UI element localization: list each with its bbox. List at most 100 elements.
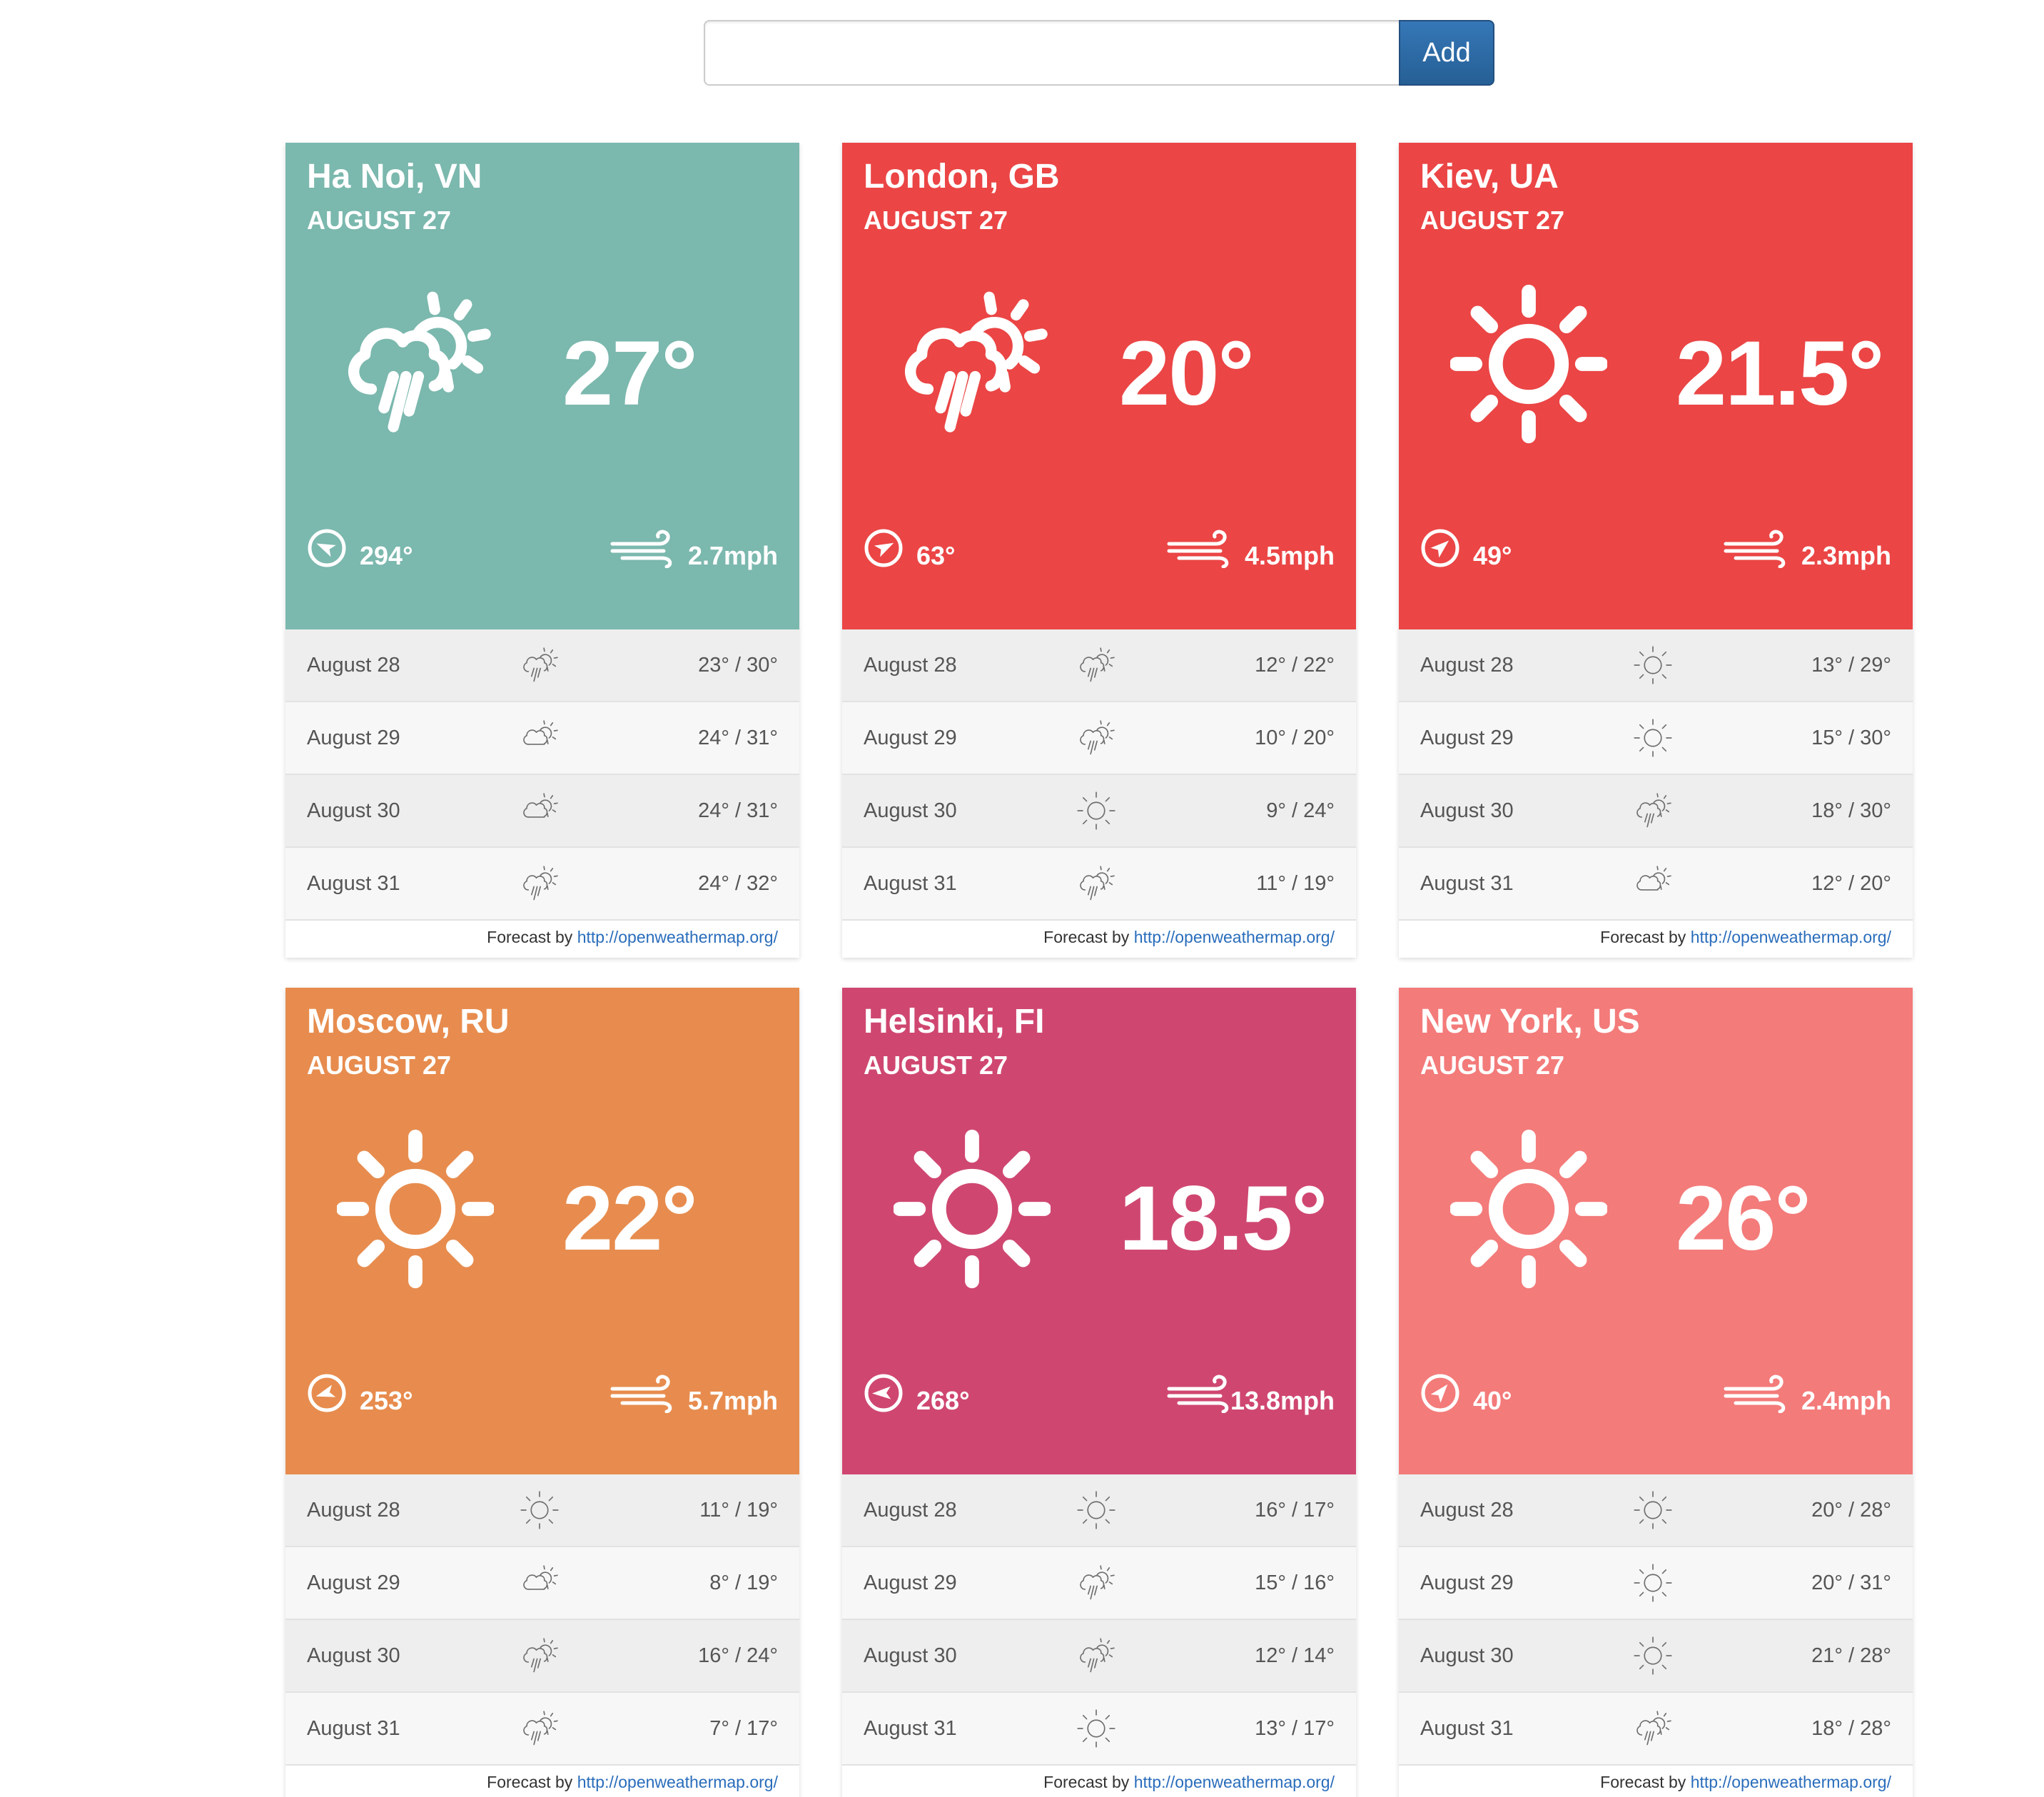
city-name: New York, US xyxy=(1420,1003,1640,1041)
openweathermap-link[interactable]: http://openweathermap.org/ xyxy=(1134,928,1335,946)
weather-app: Add Ha Noi, VN AUGUST 27 27° 294° 2.7mph… xyxy=(0,0,2044,1797)
current-date: AUGUST 27 xyxy=(307,1051,452,1080)
forecast-temp-range: 16° / 17° xyxy=(1255,1499,1335,1522)
forecast-temp-range: 15° / 16° xyxy=(1255,1571,1335,1594)
forecast-row: August 29 24° / 31° xyxy=(285,702,799,775)
forecast-icon xyxy=(1631,1563,1674,1603)
forecast-icon xyxy=(1631,718,1674,758)
cloud-sun-icon xyxy=(523,793,558,818)
forecast-temp-range: 15° / 30° xyxy=(1811,727,1891,749)
current-date: AUGUST 27 xyxy=(864,1051,1008,1080)
openweathermap-link[interactable]: http://openweathermap.org/ xyxy=(1134,1773,1335,1791)
forecast-temp-range: 11° / 19° xyxy=(699,1499,778,1522)
wind-speed: 5.7mph xyxy=(687,1386,778,1415)
forecast-temp-range: 21° / 28° xyxy=(1811,1644,1891,1667)
forecast-date: August 30 xyxy=(307,1644,400,1667)
add-button[interactable]: Add xyxy=(1399,20,1494,86)
forecast-temp-range: 18° / 30° xyxy=(1811,799,1891,822)
forecast-temp-range: 13° / 17° xyxy=(1255,1717,1335,1740)
forecast-date: August 31 xyxy=(864,872,957,895)
forecast-date: August 28 xyxy=(307,654,400,677)
wind-speed: 13.8mph xyxy=(1230,1386,1335,1415)
forecast-row: August 29 10° / 20° xyxy=(842,702,1356,775)
compass-icon xyxy=(307,528,347,568)
rain-sun-icon xyxy=(348,291,491,432)
forecast-row: August 30 21° / 28° xyxy=(1399,1620,1913,1693)
compass-icon xyxy=(1421,1374,1459,1412)
credit-label: Forecast by xyxy=(487,928,573,946)
forecast-date: August 31 xyxy=(1420,1717,1514,1740)
wind-direction: 49° xyxy=(1473,541,1512,570)
compass-icon xyxy=(308,529,346,567)
weather-icon xyxy=(892,1116,1052,1302)
forecast-date: August 29 xyxy=(307,727,400,749)
forecast-icon xyxy=(518,1563,561,1603)
city-name: London, GB xyxy=(864,158,1060,196)
sun-icon xyxy=(1634,646,1672,684)
forecast-credit: Forecast by http://openweathermap.org/ xyxy=(1399,1766,1913,1797)
sun-icon xyxy=(1634,1636,1672,1675)
compass-icon xyxy=(307,1373,347,1413)
forecast-date: August 31 xyxy=(307,1717,400,1740)
rain-sun-icon xyxy=(1080,647,1115,682)
forecast-row: August 29 8° / 19° xyxy=(285,1547,799,1620)
forecast-icon xyxy=(1631,1636,1674,1676)
forecast-date: August 28 xyxy=(1420,654,1514,677)
forecast-date: August 31 xyxy=(307,872,400,895)
weather-card-grid: Ha Noi, VN AUGUST 27 27° 294° 2.7mph Aug… xyxy=(285,143,1913,1797)
openweathermap-link[interactable]: http://openweathermap.org/ xyxy=(1691,928,1891,946)
forecast-temp-range: 18° / 28° xyxy=(1811,1717,1891,1740)
card-header: Helsinki, FI AUGUST 27 18.5° 268° 13.8mp… xyxy=(842,988,1356,1474)
forecast-credit: Forecast by http://openweathermap.org/ xyxy=(842,921,1356,955)
weather-icon xyxy=(337,271,494,457)
sun-icon xyxy=(1077,1709,1115,1748)
forecast-temp-range: 12° / 22° xyxy=(1255,654,1335,677)
forecast-temp-range: 20° / 31° xyxy=(1811,1571,1891,1594)
forecast-row: August 28 12° / 22° xyxy=(842,629,1356,702)
card-header: New York, US AUGUST 27 26° 40° 2.4mph xyxy=(1399,988,1913,1474)
credit-label: Forecast by xyxy=(1600,928,1686,946)
wind-direction: 268° xyxy=(916,1386,970,1415)
current-date: AUGUST 27 xyxy=(307,206,452,235)
forecast-icon xyxy=(518,864,561,903)
forecast-icon xyxy=(1075,1563,1118,1603)
forecast-list: August 28 12° / 22° August 29 10° / 20° Au… xyxy=(842,629,1356,921)
sun-icon xyxy=(335,1129,495,1289)
forecast-row: August 31 12° / 20° xyxy=(1399,848,1913,921)
forecast-temp-range: 12° / 20° xyxy=(1811,872,1891,895)
forecast-temp-range: 24° / 31° xyxy=(698,799,778,822)
forecast-list: August 28 23° / 30° August 29 24° / 31° Aug… xyxy=(285,629,799,921)
cloud-sun-icon xyxy=(523,1565,558,1590)
card-header: London, GB AUGUST 27 20° 63° 4.5mph xyxy=(842,143,1356,629)
forecast-row: August 30 9° / 24° xyxy=(842,775,1356,848)
openweathermap-link[interactable]: http://openweathermap.org/ xyxy=(577,1773,778,1791)
sun-icon xyxy=(1634,1564,1672,1602)
forecast-icon xyxy=(518,645,561,685)
wind-icon xyxy=(1724,1375,1786,1414)
rain-sun-icon xyxy=(1636,793,1671,828)
city-name: Ha Noi, VN xyxy=(307,158,482,196)
compass-icon xyxy=(1420,1373,1460,1413)
forecast-icon xyxy=(1075,1636,1118,1676)
cloud-sun-icon xyxy=(1636,866,1671,891)
forecast-temp-range: 9° / 24° xyxy=(1266,799,1335,822)
sun-icon xyxy=(1634,719,1672,757)
openweathermap-link[interactable]: http://openweathermap.org/ xyxy=(1691,1773,1891,1791)
openweathermap-link[interactable]: http://openweathermap.org/ xyxy=(577,928,778,946)
forecast-temp-range: 11° / 19° xyxy=(1256,872,1335,895)
sun-icon xyxy=(520,1491,559,1529)
card-header: Ha Noi, VN AUGUST 27 27° 294° 2.7mph xyxy=(285,143,799,629)
city-search-input[interactable] xyxy=(704,20,1423,86)
wind-icon xyxy=(1167,530,1229,569)
weather-card-4: Helsinki, FI AUGUST 27 18.5° 268° 13.8mp… xyxy=(842,988,1356,1797)
wind-direction: 294° xyxy=(360,541,413,570)
forecast-date: August 30 xyxy=(864,1644,957,1667)
forecast-date: August 28 xyxy=(864,1499,957,1522)
wind-direction: 253° xyxy=(360,1386,413,1415)
wind-icon xyxy=(610,530,672,569)
weather-card-2: Kiev, UA AUGUST 27 21.5° 49° 2.3mph Augu… xyxy=(1399,143,1913,958)
forecast-date: August 29 xyxy=(307,1571,400,1594)
forecast-icon xyxy=(518,1636,561,1676)
forecast-icon xyxy=(1075,864,1118,903)
credit-label: Forecast by xyxy=(1600,1773,1686,1791)
